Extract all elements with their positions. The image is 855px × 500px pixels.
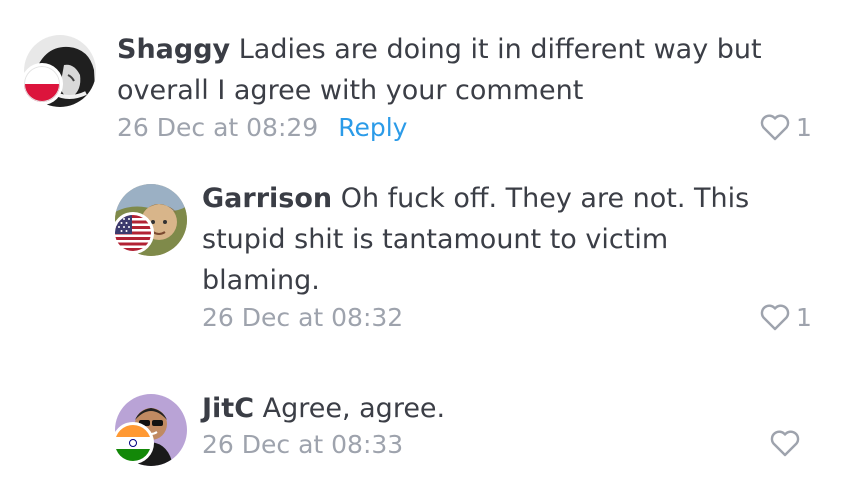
comment-item: Shaggy Ladies are doing it in different … bbox=[0, 0, 855, 160]
like-count: 1 bbox=[796, 113, 812, 142]
comment-item: Garrison Oh fuck off. They are not. This… bbox=[0, 170, 855, 350]
comment-timestamp: 26 Dec at 08:33 bbox=[202, 430, 404, 459]
heart-icon bbox=[760, 304, 790, 331]
reply-button[interactable]: Reply bbox=[338, 113, 407, 142]
avatar[interactable] bbox=[112, 394, 187, 466]
comment-timestamp: 26 Dec at 08:32 bbox=[202, 303, 404, 332]
comment-body: Shaggy Ladies are doing it in different … bbox=[117, 29, 807, 111]
like-count: 1 bbox=[796, 303, 812, 332]
comment-timestamp: 26 Dec at 08:29 bbox=[117, 113, 319, 142]
comment-item: JitC Agree, agree. 26 Dec at 08:33 bbox=[0, 380, 855, 490]
heart-icon bbox=[770, 430, 800, 457]
comment-author[interactable]: JitC bbox=[202, 393, 254, 424]
like-button[interactable]: 1 bbox=[760, 113, 812, 142]
comment-body: Garrison Oh fuck off. They are not. This… bbox=[202, 178, 772, 301]
avatar[interactable] bbox=[21, 35, 96, 107]
like-button[interactable] bbox=[770, 430, 806, 457]
heart-icon bbox=[760, 114, 790, 141]
like-button[interactable]: 1 bbox=[760, 303, 812, 332]
poland-flag-icon bbox=[21, 63, 63, 105]
india-flag-icon bbox=[112, 422, 154, 464]
comment-author[interactable]: Shaggy bbox=[117, 34, 230, 65]
comment-author[interactable]: Garrison bbox=[202, 183, 332, 214]
comment-meta: 26 Dec at 08:33 bbox=[202, 430, 403, 459]
comment-meta: 26 Dec at 08:29 Reply bbox=[117, 113, 407, 142]
avatar[interactable] bbox=[112, 184, 187, 256]
comment-body: JitC Agree, agree. bbox=[202, 388, 772, 429]
usa-flag-icon bbox=[112, 212, 154, 254]
comment-text: Agree, agree. bbox=[262, 393, 446, 424]
comment-meta: 26 Dec at 08:32 bbox=[202, 303, 403, 332]
